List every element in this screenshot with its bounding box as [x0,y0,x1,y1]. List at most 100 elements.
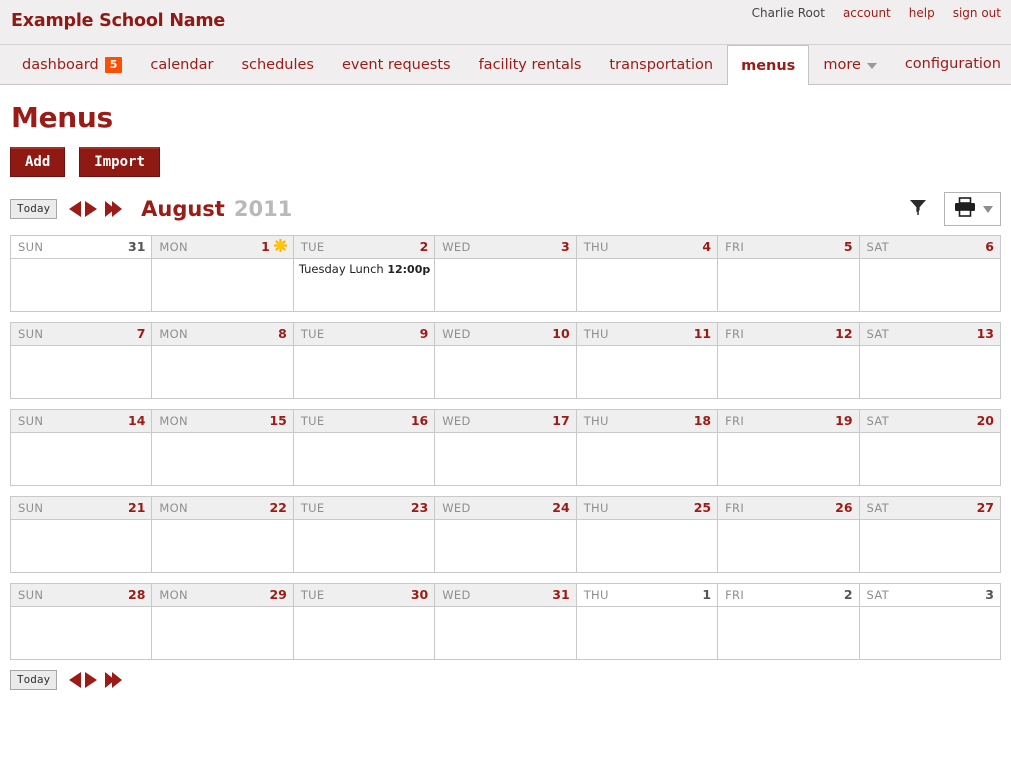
day-events-area[interactable] [718,433,858,485]
calendar-day-cell[interactable]: TUE16 [293,410,434,486]
day-number-group: 16 [411,413,428,428]
today-button-bottom[interactable]: Today [10,670,57,690]
day-of-week-label: MON [159,414,187,428]
calendar-day-cell[interactable]: SUN21 [11,497,152,573]
calendar-day-cell[interactable]: THU11 [576,323,717,399]
calendar-day-cell[interactable]: WED24 [435,497,576,573]
calendar-day-cell[interactable]: SUN14 [11,410,152,486]
day-events-area[interactable] [577,346,717,398]
day-events-area[interactable] [152,346,292,398]
day-events-area[interactable] [577,259,717,311]
calendar-day-cell[interactable]: WED10 [435,323,576,399]
day-events-area[interactable] [435,346,575,398]
calendar-day-cell[interactable]: THU1 [576,584,717,660]
calendar-day-cell[interactable]: THU4 [576,236,717,312]
day-events-area[interactable] [152,520,292,572]
account-link[interactable]: account [843,6,891,20]
day-number-group: 31 [128,239,145,254]
day-events-area[interactable] [11,259,151,311]
day-number: 14 [128,413,145,428]
day-events-area[interactable] [718,346,858,398]
tab-event-requests[interactable]: event requests [328,45,465,84]
calendar-day-cell[interactable]: THU18 [576,410,717,486]
print-button[interactable] [944,192,1001,226]
day-events-area[interactable] [435,520,575,572]
calendar-day-cell[interactable]: SAT27 [859,497,1000,573]
calendar-day-cell[interactable]: SAT20 [859,410,1000,486]
day-events-area[interactable] [577,607,717,659]
calendar-day-cell[interactable]: MON22 [152,497,293,573]
import-button[interactable]: Import [79,147,160,177]
tab-dashboard[interactable]: dashboard 5 [8,45,136,84]
tab-calendar[interactable]: calendar [136,45,227,84]
day-events-area[interactable] [294,346,434,398]
tab-schedules[interactable]: schedules [227,45,328,84]
calendar-day-cell[interactable]: TUE23 [293,497,434,573]
day-events-area[interactable] [718,520,858,572]
day-events-area[interactable] [435,433,575,485]
tab-facility-rentals[interactable]: facility rentals [465,45,596,84]
day-events-area[interactable]: Tuesday Lunch 12:00p [294,259,434,311]
day-events-area[interactable] [294,520,434,572]
next-arrow-icon[interactable] [85,201,97,217]
tab-transportation[interactable]: transportation [595,45,727,84]
calendar-day-cell[interactable]: TUE30 [293,584,434,660]
calendar-day-cell[interactable]: WED3 [435,236,576,312]
add-button[interactable]: Add [10,147,65,177]
calendar-event[interactable]: Tuesday Lunch 12:00p [299,262,430,277]
day-events-area[interactable] [294,607,434,659]
calendar-day-cell[interactable]: SUN7 [11,323,152,399]
day-events-area[interactable] [435,259,575,311]
day-events-area[interactable] [152,433,292,485]
day-events-area[interactable] [11,607,151,659]
day-events-area[interactable] [435,607,575,659]
day-events-area[interactable] [860,433,1000,485]
day-events-area[interactable] [11,433,151,485]
day-events-area[interactable] [294,433,434,485]
next-arrow-icon[interactable] [85,672,97,688]
calendar-day-cell[interactable]: SAT6 [859,236,1000,312]
day-events-area[interactable] [577,520,717,572]
calendar-day-cell[interactable]: SAT13 [859,323,1000,399]
calendar-day-cell[interactable]: MON8 [152,323,293,399]
day-number-group: 15 [269,413,286,428]
calendar-day-cell[interactable]: FRI12 [718,323,859,399]
calendar-day-cell[interactable]: FRI5 [718,236,859,312]
prev-arrow-icon[interactable] [69,201,81,217]
day-events-area[interactable] [860,346,1000,398]
prev-arrow-icon[interactable] [69,672,81,688]
calendar-day-cell[interactable]: MON 15 [152,410,293,486]
calendar-day-cell[interactable]: FRI19 [718,410,859,486]
day-events-area[interactable] [718,607,858,659]
calendar-day-cell[interactable]: WED31 [435,584,576,660]
configuration-link[interactable]: configuration [905,45,1001,84]
calendar-day-cell[interactable]: THU25 [576,497,717,573]
day-events-area[interactable] [860,607,1000,659]
calendar-day-cell[interactable]: SAT3 [859,584,1000,660]
calendar-day-cell[interactable]: FRI26 [718,497,859,573]
day-events-area[interactable] [860,259,1000,311]
calendar-day-cell[interactable]: TUE2Tuesday Lunch 12:00p [293,236,434,312]
funnel-filter-icon[interactable] [908,198,928,220]
day-events-area[interactable] [11,520,151,572]
day-events-area[interactable] [152,259,292,311]
day-events-area[interactable] [577,433,717,485]
day-events-area[interactable] [860,520,1000,572]
calendar-day-cell[interactable]: WED17 [435,410,576,486]
day-events-area[interactable] [152,607,292,659]
tab-menus[interactable]: menus [727,45,809,85]
day-events-area[interactable] [718,259,858,311]
today-button[interactable]: Today [10,199,57,219]
tab-more[interactable]: more [809,45,891,84]
calendar-day-cell[interactable]: FRI2 [718,584,859,660]
calendar-day-cell[interactable]: SUN31 [11,236,152,312]
calendar-day-cell[interactable]: SUN28 [11,584,152,660]
calendar-day-cell[interactable]: MON1 [152,236,293,312]
fast-forward-arrow-icon[interactable] [105,672,123,688]
help-link[interactable]: help [909,6,935,20]
fast-forward-arrow-icon[interactable] [105,201,123,217]
day-events-area[interactable] [11,346,151,398]
calendar-day-cell[interactable]: MON29 [152,584,293,660]
sign-out-link[interactable]: sign out [953,6,1001,20]
calendar-day-cell[interactable]: TUE9 [293,323,434,399]
